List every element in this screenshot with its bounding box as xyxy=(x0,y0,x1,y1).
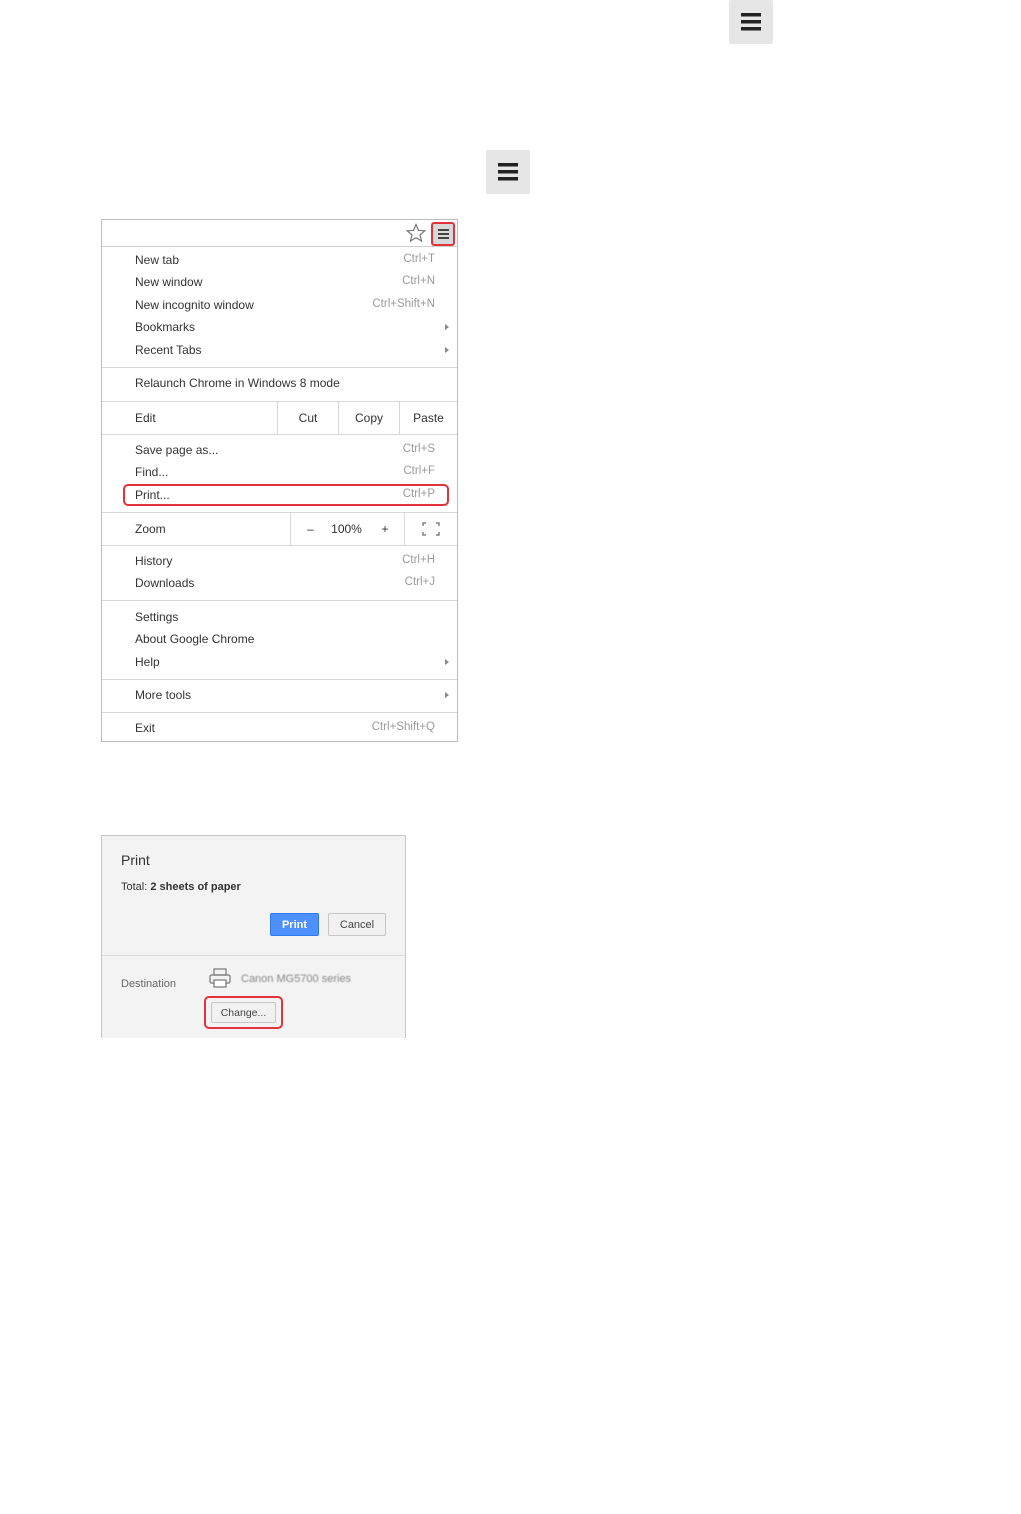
menu-item-label: Save page as... xyxy=(135,443,219,457)
menu-item-shortcut: Ctrl+F xyxy=(403,465,435,477)
print-dialog-title: Print xyxy=(121,852,150,868)
menu-separator xyxy=(102,367,457,368)
printer-name: Canon MG5700 series xyxy=(241,973,352,985)
cut-label: Cut xyxy=(298,411,318,425)
cancel-button[interactable]: Cancel xyxy=(328,913,386,936)
menu-item-label: Relaunch Chrome in Windows 8 mode xyxy=(135,376,340,390)
menu-item-find[interactable]: Find... Ctrl+F xyxy=(102,462,457,484)
fullscreen-button[interactable] xyxy=(404,513,457,545)
menu-item-recent-tabs[interactable]: Recent Tabs xyxy=(102,340,457,362)
menu-item-shortcut: Ctrl+H xyxy=(402,554,435,566)
total-value: 2 sheets of paper xyxy=(150,881,241,893)
menu-item-label: More tools xyxy=(135,688,192,702)
print-total: Total: 2 sheets of paper xyxy=(121,881,241,893)
print-button[interactable]: Print xyxy=(270,913,319,936)
menu-item-new-incognito-window[interactable]: New incognito window Ctrl+Shift+N xyxy=(102,295,457,317)
menu-item-shortcut: Ctrl+S xyxy=(402,443,435,455)
menu-item-relaunch[interactable]: Relaunch Chrome in Windows 8 mode xyxy=(102,373,457,395)
print-item-highlight xyxy=(123,484,449,506)
menu-separator xyxy=(102,545,457,546)
zoom-label: Zoom xyxy=(135,522,166,536)
menu-item-label: New window xyxy=(135,275,203,289)
menu-item-label: Exit xyxy=(135,721,156,735)
menu-item-more-tools[interactable]: More tools xyxy=(102,685,457,707)
menu-item-exit[interactable]: Exit Ctrl+Shift+Q xyxy=(102,718,457,740)
zoom-value: 100% xyxy=(331,522,362,536)
menu-item-label: New incognito window xyxy=(135,298,254,312)
submenu-arrow-icon xyxy=(445,659,449,665)
menu-separator xyxy=(102,712,457,713)
menu-item-about-google-chrome[interactable]: About Google Chrome xyxy=(102,629,457,651)
change-button[interactable]: Change... xyxy=(211,1002,276,1023)
submenu-arrow-icon xyxy=(445,324,449,330)
menu-item-save-page-as[interactable]: Save page as... Ctrl+S xyxy=(102,440,457,462)
menu-separator xyxy=(102,679,457,680)
menu-separator xyxy=(102,434,457,435)
menu-item-bookmarks[interactable]: Bookmarks xyxy=(102,317,457,339)
menu-item-new-tab[interactable]: New tab Ctrl+T xyxy=(102,250,457,272)
menu-item-new-window[interactable]: New window Ctrl+N xyxy=(102,272,457,294)
menu-item-label: History xyxy=(135,554,173,568)
divider xyxy=(102,955,405,956)
total-prefix: Total: xyxy=(121,881,148,893)
hamburger-menu-icon xyxy=(729,0,773,44)
menu-separator xyxy=(102,600,457,601)
menu-item-label: Recent Tabs xyxy=(135,343,202,357)
chrome-menu-screenshot: New tab Ctrl+T New window Ctrl+N New inc… xyxy=(101,219,458,742)
zoom-level: 100% xyxy=(324,513,369,545)
menu-item-shortcut: Ctrl+N xyxy=(402,275,435,287)
menu-item-label: New tab xyxy=(135,253,180,267)
destination-label: Destination xyxy=(121,978,177,990)
zoom-plus-label: + xyxy=(381,522,389,536)
zoom-in-button[interactable]: + xyxy=(367,513,403,545)
print-dialog-screenshot: Print Total: 2 sheets of paper Print Can… xyxy=(101,835,406,1038)
menu-item-label: Help xyxy=(135,655,160,669)
fullscreen-icon xyxy=(422,522,440,536)
cut-button[interactable]: Cut xyxy=(277,402,338,434)
submenu-arrow-icon xyxy=(445,347,449,353)
menu-item-shortcut: Ctrl+T xyxy=(403,253,435,265)
hamburger-menu-icon xyxy=(437,229,449,239)
submenu-arrow-icon xyxy=(445,692,449,698)
zoom-row: Zoom – 100% + xyxy=(102,513,457,545)
printer-icon xyxy=(209,968,231,988)
copy-button[interactable]: Copy xyxy=(338,402,399,434)
edit-label: Edit xyxy=(135,411,156,425)
menu-item-label: Bookmarks xyxy=(135,320,196,334)
chrome-menu-button[interactable] xyxy=(431,222,455,246)
menu-item-settings[interactable]: Settings xyxy=(102,607,457,629)
menu-item-label: Settings xyxy=(135,610,179,624)
menu-item-label: Find... xyxy=(135,465,169,479)
change-button-highlight: Change... xyxy=(204,996,283,1029)
menu-item-history[interactable]: History Ctrl+H xyxy=(102,551,457,573)
copy-label: Copy xyxy=(354,411,383,425)
zoom-minus-label: – xyxy=(307,522,314,536)
menu-item-label: Downloads xyxy=(135,576,195,590)
menu-item-shortcut: Ctrl+Shift+N xyxy=(372,298,435,310)
menu-item-label: About Google Chrome xyxy=(135,632,255,646)
address-bar[interactable] xyxy=(102,220,457,247)
paste-button[interactable]: Paste xyxy=(399,402,457,434)
edit-row: Edit Cut Copy Paste xyxy=(102,402,457,434)
menu-item-help[interactable]: Help xyxy=(102,652,457,674)
bookmark-star-icon[interactable] xyxy=(406,223,426,243)
hamburger-menu-icon xyxy=(486,150,530,194)
menu-item-shortcut: Ctrl+Shift+Q xyxy=(371,721,435,733)
menu-item-shortcut: Ctrl+J xyxy=(404,576,435,588)
paste-label: Paste xyxy=(413,411,444,425)
menu-item-downloads[interactable]: Downloads Ctrl+J xyxy=(102,573,457,595)
